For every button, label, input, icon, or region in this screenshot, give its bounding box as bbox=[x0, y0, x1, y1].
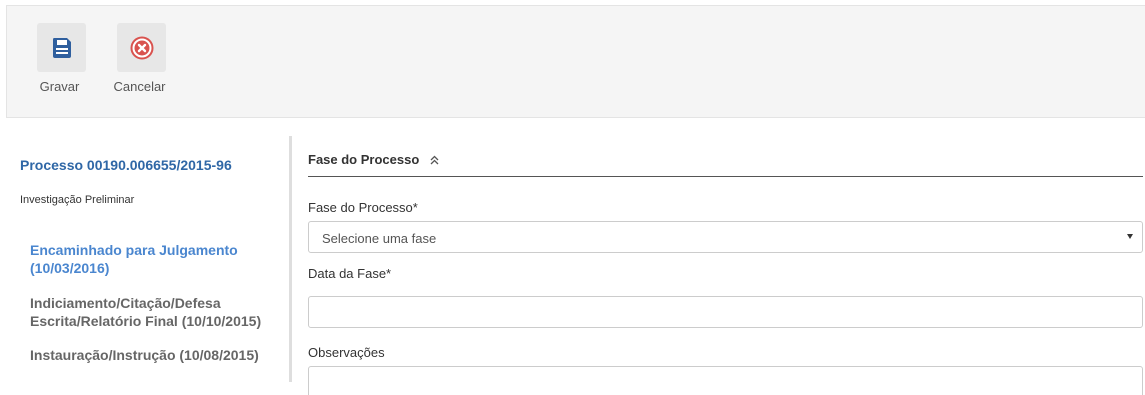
phase-item-encaminhado[interactable]: Encaminhado para Julgamento (10/03/2016) bbox=[30, 241, 280, 277]
phase-item-indiciamento[interactable]: Indiciamento/Citação/Defesa Escrita/Rela… bbox=[30, 294, 280, 330]
notes-field-label: Observações bbox=[308, 345, 385, 360]
panel-divider bbox=[289, 136, 292, 382]
process-sidebar: Processo 00190.006655/2015-96 Investigaç… bbox=[0, 130, 290, 395]
save-label: Gravar bbox=[39, 79, 80, 94]
process-type: Investigação Preliminar bbox=[20, 194, 135, 206]
toolbar: Gravar Cancelar bbox=[6, 5, 1145, 118]
phase-field-label: Fase do Processo* bbox=[308, 200, 418, 215]
cancel-button[interactable]: Cancelar bbox=[113, 23, 166, 94]
cancel-label: Cancelar bbox=[113, 79, 166, 94]
process-number: Processo 00190.006655/2015-96 bbox=[20, 157, 232, 173]
cancel-icon-box bbox=[117, 23, 166, 72]
phase-item-instauracao[interactable]: Instauração/Instrução (10/08/2015) bbox=[30, 346, 259, 364]
double-chevron-up-icon[interactable] bbox=[430, 155, 439, 165]
section-title: Fase do Processo bbox=[308, 152, 420, 167]
phase-select-value: Selecione uma fase bbox=[322, 231, 437, 246]
date-field-label: Data da Fase* bbox=[308, 266, 392, 281]
phase-select[interactable]: Selecione uma fase bbox=[308, 221, 1143, 253]
save-icon-box bbox=[37, 23, 86, 72]
notes-textarea[interactable] bbox=[308, 366, 1143, 395]
cancel-circle-icon bbox=[130, 36, 153, 59]
section-header[interactable]: Fase do Processo bbox=[308, 151, 1143, 177]
caret-down-icon bbox=[1127, 234, 1133, 239]
date-input[interactable] bbox=[308, 296, 1143, 328]
floppy-disk-icon bbox=[52, 37, 71, 58]
save-button[interactable]: Gravar bbox=[37, 23, 86, 94]
